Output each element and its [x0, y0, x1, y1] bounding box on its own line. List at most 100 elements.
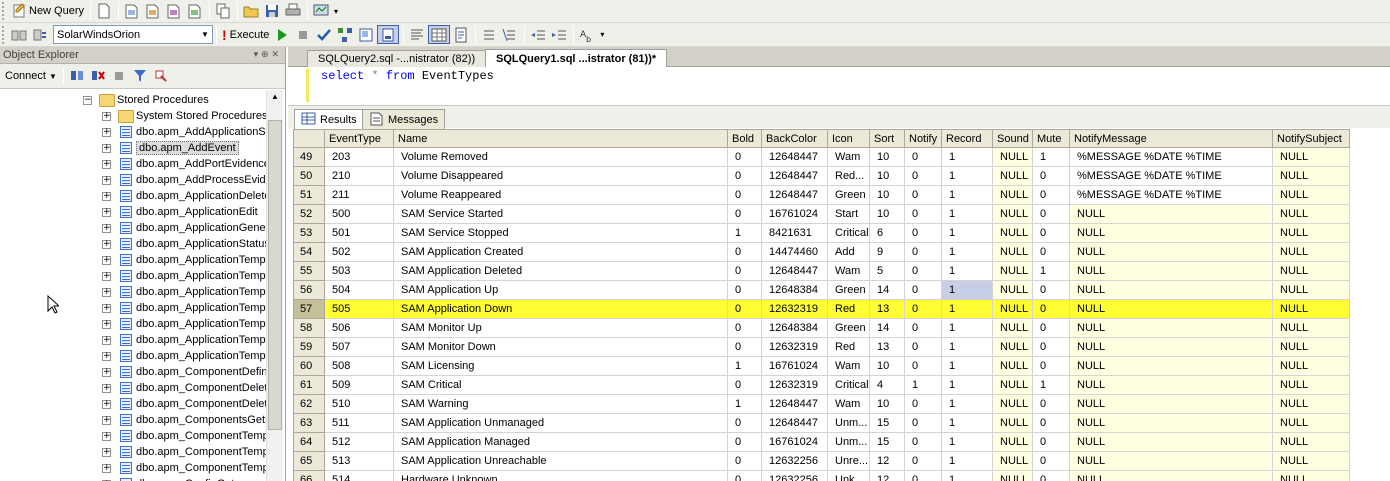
table-cell[interactable]: Unm... [827, 432, 870, 452]
row-number[interactable]: 64 [293, 432, 325, 452]
column-header[interactable]: Bold [727, 129, 762, 148]
table-cell[interactable]: 1 [727, 356, 762, 376]
results-to-file-button[interactable] [451, 25, 471, 44]
column-header[interactable]: Sort [869, 129, 905, 148]
column-header[interactable]: BackColor [761, 129, 828, 148]
available-databases-select[interactable]: SolarWindsOrion ▼ [53, 25, 213, 44]
table-cell[interactable]: Add [827, 242, 870, 262]
table-cell[interactable]: 0 [727, 166, 762, 186]
specify-template-values-button[interactable] [377, 25, 400, 44]
expand-icon[interactable]: + [102, 367, 111, 377]
table-cell[interactable]: 6 [869, 223, 905, 243]
table-cell[interactable]: NULL [1272, 223, 1350, 243]
row-number[interactable]: 61 [293, 375, 325, 395]
table-cell[interactable]: 0 [1032, 223, 1070, 243]
row-number[interactable]: 66 [293, 470, 325, 481]
table-cell[interactable]: SAM Application Up [393, 280, 728, 300]
tree-node[interactable]: + dbo.apm_AddApplicationSt [102, 124, 266, 140]
table-cell[interactable]: NULL [992, 223, 1033, 243]
open-file-button[interactable] [241, 2, 261, 21]
tree-node[interactable]: + dbo.apm_ApplicationTempl [102, 300, 266, 316]
table-cell[interactable]: 0 [904, 223, 942, 243]
table-cell[interactable]: 1 [941, 280, 993, 300]
table-cell[interactable]: 10 [869, 394, 905, 414]
table-cell[interactable]: 14 [869, 318, 905, 338]
table-cell[interactable]: 1 [941, 185, 993, 205]
row-number[interactable]: 60 [293, 356, 325, 376]
expand-icon[interactable]: + [102, 399, 111, 409]
table-cell[interactable]: Unm... [827, 413, 870, 433]
table-cell[interactable]: NULL [1272, 166, 1350, 186]
table-cell[interactable]: 210 [324, 166, 394, 186]
table-cell[interactable]: 0 [904, 185, 942, 205]
table-cell[interactable]: NULL [992, 185, 1033, 205]
table-cell[interactable]: Critical [827, 223, 870, 243]
table-cell[interactable]: 1 [941, 261, 993, 281]
table-cell[interactable]: 0 [727, 451, 762, 471]
table-cell[interactable]: 10 [869, 356, 905, 376]
row-number[interactable]: 51 [293, 185, 325, 205]
table-cell[interactable]: NULL [992, 280, 1033, 300]
table-cell[interactable]: 0 [904, 318, 942, 338]
table-row[interactable]: 63 511 SAM Application Unmanaged 0 12648447 U… [293, 413, 1350, 433]
tree-node[interactable]: + dbo.apm_ApplicationTempl [102, 332, 266, 348]
table-row[interactable]: 54 502 SAM Application Created 0 14474460 Add… [293, 242, 1350, 262]
table-row[interactable]: 61 509 SAM Critical 0 12632319 Critical 4 1 1 NUL… [293, 375, 1350, 395]
table-cell[interactable]: 0 [904, 242, 942, 262]
table-cell[interactable]: SAM Application Deleted [393, 261, 728, 281]
table-cell[interactable]: NULL [1069, 242, 1273, 262]
object-explorer-scrollbar[interactable]: ▲ [266, 90, 283, 481]
table-cell[interactable]: 12632319 [761, 299, 828, 319]
table-cell[interactable]: NULL [1272, 470, 1350, 481]
table-cell[interactable]: NULL [1272, 261, 1350, 281]
table-cell[interactable]: NULL [992, 204, 1033, 224]
table-cell[interactable]: 1 [941, 318, 993, 338]
table-cell[interactable]: 505 [324, 299, 394, 319]
row-number[interactable]: 65 [293, 451, 325, 471]
uncomment-button[interactable] [500, 25, 520, 44]
table-cell[interactable]: 1 [941, 451, 993, 471]
increase-indent-button[interactable] [549, 25, 569, 44]
connect-object-explorer-button[interactable] [67, 67, 87, 86]
column-header[interactable]: Record [941, 129, 993, 148]
table-cell[interactable]: Start [827, 204, 870, 224]
table-cell[interactable]: NULL [1069, 280, 1273, 300]
table-cell[interactable]: 12632319 [761, 337, 828, 357]
table-cell[interactable]: NULL [992, 451, 1033, 471]
tab-document[interactable]: SQLQuery1.sql ...istrator (81))* [485, 49, 668, 67]
row-number[interactable]: 57 [293, 299, 325, 319]
debug-button[interactable] [272, 25, 292, 44]
table-cell[interactable]: 12648447 [761, 261, 828, 281]
tree-node[interactable]: +dbo.apm_ConfigGet [102, 476, 234, 481]
table-cell[interactable]: 0 [1032, 356, 1070, 376]
table-cell[interactable]: 12 [869, 451, 905, 471]
table-cell[interactable]: 0 [904, 261, 942, 281]
table-cell[interactable]: NULL [1069, 470, 1273, 481]
table-cell[interactable]: 12648447 [761, 394, 828, 414]
table-row[interactable]: 62 510 SAM Warning 1 12648447 Wam 10 0 1 NULL 0 NUL… [293, 394, 1350, 414]
expand-icon[interactable]: + [102, 383, 111, 393]
table-cell[interactable]: Green [827, 318, 870, 338]
table-cell[interactable]: NULL [1069, 375, 1273, 395]
table-cell[interactable]: %MESSAGE %DATE %TIME [1069, 166, 1273, 186]
panel-controls[interactable]: ▾ ⊕ ✕ [254, 50, 279, 60]
query-editor[interactable]: select * from EventTypes [288, 67, 1390, 105]
table-cell[interactable]: 16761024 [761, 356, 828, 376]
save-button[interactable] [262, 2, 282, 21]
table-row[interactable]: 55 503 SAM Application Deleted 0 12648447 Wam… [293, 261, 1350, 281]
font-button[interactable]: Ab [577, 25, 597, 44]
tree-node[interactable]: + System Stored Procedures [102, 108, 266, 124]
table-row[interactable]: 52 500 SAM Service Started 0 16761024 Start 10… [293, 204, 1350, 224]
tree-node[interactable]: + dbo.apm_AddProcessEvide [102, 172, 266, 188]
table-row[interactable]: 58 506 SAM Monitor Up 0 12648384 Green 14 0 1 NUL… [293, 318, 1350, 338]
connect-button[interactable] [9, 25, 29, 44]
table-cell[interactable]: NULL [992, 470, 1033, 481]
row-number-header[interactable] [293, 129, 325, 148]
copy-button[interactable] [213, 2, 233, 21]
table-cell[interactable]: Wam [827, 394, 870, 414]
tree-node[interactable]: + dbo.apm_ApplicationGener [102, 220, 266, 236]
row-number[interactable]: 54 [293, 242, 325, 262]
toolbar2-options-button[interactable]: ▾ [598, 25, 608, 44]
table-cell[interactable]: Green [827, 185, 870, 205]
table-cell[interactable]: NULL [992, 166, 1033, 186]
